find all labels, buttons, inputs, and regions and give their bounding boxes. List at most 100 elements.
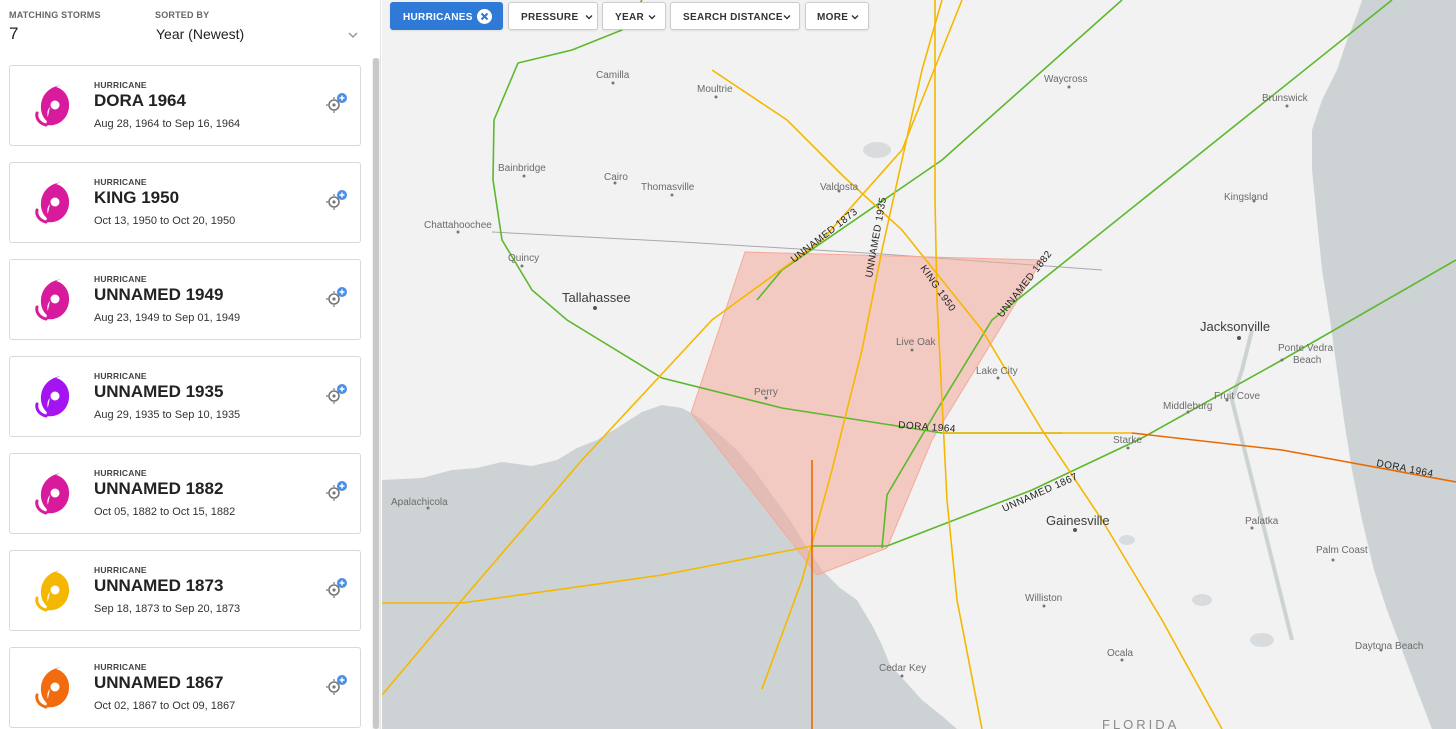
map-canvas[interactable]: Camilla Moultrie Waycross Brunswick Bain… — [382, 0, 1456, 729]
storm-category: HURRICANE — [94, 468, 147, 478]
storm-category: HURRICANE — [94, 371, 147, 381]
svg-text:FLORIDA: FLORIDA — [1102, 717, 1179, 729]
svg-text:Valdosta: Valdosta — [820, 182, 859, 193]
storm-category: HURRICANE — [94, 565, 147, 575]
add-to-map-icon[interactable] — [326, 92, 348, 114]
storm-dates: Aug 29, 1935 to Sep 10, 1935 — [94, 409, 241, 421]
lake — [1119, 535, 1135, 545]
filter-more-chip[interactable]: MORE — [805, 2, 869, 30]
storm-category: HURRICANE — [94, 662, 147, 672]
storm-name: UNNAMED 1882 — [94, 479, 224, 498]
chevron-down-icon — [783, 15, 791, 20]
hurricane-icon — [35, 473, 70, 515]
storm-name: UNNAMED 1935 — [94, 382, 224, 401]
sort-select[interactable]: Year (Newest) — [152, 22, 364, 48]
svg-text:Kingsland: Kingsland — [1224, 192, 1268, 203]
hurricane-icon — [35, 376, 70, 418]
filter-search-distance-label: SEARCH DISTANCE — [683, 12, 783, 23]
svg-text:Ponte Vedra: Ponte Vedra — [1278, 343, 1333, 354]
storm-dates: Sep 18, 1873 to Sep 20, 1873 — [94, 603, 241, 615]
svg-text:Camilla: Camilla — [596, 70, 630, 81]
add-to-map-icon[interactable] — [326, 674, 348, 696]
storm-card[interactable]: HURRICANE UNNAMED 1949 Aug 23, 1949 to Sep… — [9, 259, 361, 340]
storm-card[interactable]: HURRICANE UNNAMED 1873 Sep 18, 1873 to Sep… — [9, 550, 361, 631]
storm-name: KING 1950 — [94, 188, 180, 207]
storm-name: UNNAMED 1873 — [94, 576, 224, 595]
storm-dates: Oct 05, 1882 to Oct 15, 1882 — [94, 506, 236, 518]
storm-name: UNNAMED 1867 — [94, 673, 224, 692]
hurricane-icon — [35, 570, 70, 612]
hurricane-icon — [35, 279, 70, 321]
chevron-down-icon — [585, 15, 593, 20]
svg-text:Beach: Beach — [1293, 355, 1321, 366]
add-to-map-icon[interactable] — [326, 577, 348, 599]
lake — [1250, 633, 1274, 647]
close-icon[interactable] — [477, 9, 492, 24]
svg-text:Tallahassee: Tallahassee — [562, 290, 631, 305]
storm-dates: Oct 13, 1950 to Oct 20, 1950 — [94, 215, 236, 227]
sorted-by-label: SORTED BY — [155, 10, 210, 20]
filter-year-chip[interactable]: YEAR — [602, 2, 666, 30]
lake — [1192, 594, 1212, 606]
storm-results-panel: MATCHING STORMS 7 SORTED BY Year (Newest… — [0, 0, 381, 729]
svg-text:Live Oak: Live Oak — [896, 337, 936, 348]
svg-text:Waycross: Waycross — [1044, 74, 1088, 85]
svg-text:Palm Coast: Palm Coast — [1316, 545, 1368, 556]
add-to-map-icon[interactable] — [326, 189, 348, 211]
svg-text:Starke: Starke — [1113, 435, 1142, 446]
add-to-map-icon[interactable] — [326, 286, 348, 308]
storm-category: HURRICANE — [94, 177, 147, 187]
storm-card[interactable]: HURRICANE DORA 1964 Aug 28, 1964 to Sep 16… — [9, 65, 361, 146]
svg-text:Cedar Key: Cedar Key — [879, 663, 926, 674]
svg-text:Chattahoochee: Chattahoochee — [424, 220, 492, 231]
svg-text:Moultrie: Moultrie — [697, 84, 733, 95]
matching-storms-count: 7 — [9, 24, 19, 43]
svg-text:Williston: Williston — [1025, 593, 1062, 604]
filter-pressure-chip[interactable]: PRESSURE — [508, 2, 598, 30]
storm-dates: Aug 28, 1964 to Sep 16, 1964 — [94, 118, 241, 130]
scrollbar[interactable] — [372, 58, 380, 729]
scrollbar-thumb[interactable] — [373, 58, 379, 729]
svg-text:Brunswick: Brunswick — [1262, 93, 1309, 104]
svg-text:Cairo: Cairo — [604, 172, 628, 183]
storm-card[interactable]: HURRICANE UNNAMED 1882 Oct 05, 1882 to Oct… — [9, 453, 361, 534]
svg-text:Bainbridge: Bainbridge — [498, 163, 546, 174]
svg-text:Fruit Cove: Fruit Cove — [1214, 391, 1261, 402]
sort-select-value: Year (Newest) — [156, 26, 245, 42]
storm-name: UNNAMED 1949 — [94, 285, 224, 304]
svg-text:Gainesville: Gainesville — [1046, 513, 1110, 528]
hurricane-icon — [35, 182, 70, 224]
add-to-map-icon[interactable] — [326, 383, 348, 405]
svg-text:Daytona Beach: Daytona Beach — [1355, 641, 1423, 652]
chevron-down-icon — [348, 32, 358, 39]
storm-category: HURRICANE — [94, 80, 147, 90]
svg-text:Thomasville: Thomasville — [641, 182, 695, 193]
storm-dates: Oct 02, 1867 to Oct 09, 1867 — [94, 700, 236, 712]
storm-dates: Aug 23, 1949 to Sep 01, 1949 — [94, 312, 241, 324]
matching-storms-label: MATCHING STORMS — [9, 10, 101, 20]
app-root: MATCHING STORMS 7 SORTED BY Year (Newest… — [0, 0, 1456, 729]
storm-card[interactable]: HURRICANE UNNAMED 1935 Aug 29, 1935 to Sep… — [9, 356, 361, 437]
svg-text:Jacksonville: Jacksonville — [1200, 319, 1270, 334]
svg-text:Middleburg: Middleburg — [1163, 401, 1212, 412]
storm-card[interactable]: HURRICANE KING 1950 Oct 13, 1950 to Oct 20… — [9, 162, 361, 243]
add-to-map-icon[interactable] — [326, 480, 348, 502]
filter-hurricanes-label: HURRICANES — [403, 12, 473, 23]
svg-text:Quincy: Quincy — [508, 253, 539, 264]
svg-text:Lake City: Lake City — [976, 366, 1018, 377]
svg-text:Ocala: Ocala — [1107, 648, 1134, 659]
storm-card[interactable]: HURRICANE UNNAMED 1867 Oct 02, 1867 to Oct… — [9, 647, 361, 728]
filter-pressure-label: PRESSURE — [521, 12, 579, 23]
storm-name: DORA 1964 — [94, 91, 186, 110]
filter-year-label: YEAR — [615, 12, 644, 23]
svg-text:Apalachicola: Apalachicola — [391, 497, 448, 508]
hurricane-icon — [35, 85, 70, 127]
chevron-down-icon — [648, 15, 656, 20]
storm-category: HURRICANE — [94, 274, 147, 284]
filter-hurricanes-chip[interactable]: HURRICANES — [390, 2, 503, 30]
filter-more-label: MORE — [817, 12, 849, 23]
chevron-down-icon — [851, 15, 859, 20]
filter-search-distance-chip[interactable]: SEARCH DISTANCE — [670, 2, 800, 30]
svg-text:Palatka: Palatka — [1245, 516, 1279, 527]
map-view[interactable]: Camilla Moultrie Waycross Brunswick Bain… — [382, 0, 1456, 729]
